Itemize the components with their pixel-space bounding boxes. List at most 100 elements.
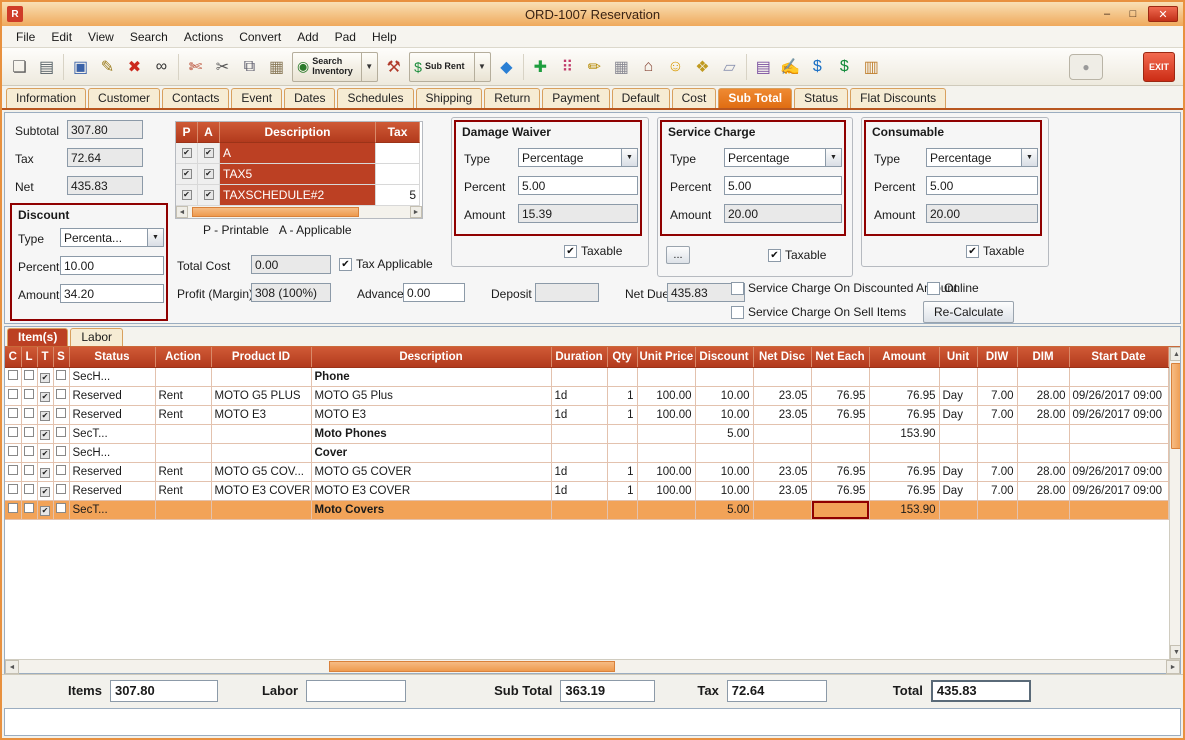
cell-unit_price[interactable] — [637, 367, 695, 386]
l-checkbox[interactable] — [24, 427, 34, 437]
cell-action[interactable]: Rent — [155, 386, 211, 405]
tab-flat-discounts[interactable]: Flat Discounts — [850, 88, 946, 108]
table-row[interactable]: ✔SecH...Phone — [5, 367, 1168, 386]
cell-action[interactable]: Rent — [155, 405, 211, 424]
service-charge-amount-field[interactable]: 20.00 — [724, 204, 842, 223]
cell-net_each[interactable] — [811, 443, 869, 462]
col-header-start-date[interactable]: Start Date — [1069, 347, 1168, 367]
cell-action[interactable]: Rent — [155, 462, 211, 481]
menu-pad[interactable]: Pad — [327, 28, 364, 46]
service-charge-taxable-checkbox[interactable]: ✔ — [768, 249, 781, 262]
color-balls-icon[interactable]: ⠿ — [554, 53, 581, 80]
scroll-right-button[interactable]: ► — [410, 206, 422, 218]
applicable-checkbox[interactable]: ✔ — [204, 169, 214, 179]
col-header-unit-price[interactable]: Unit Price — [637, 347, 695, 367]
col-header-description[interactable]: Description — [311, 347, 551, 367]
cell-amount[interactable]: 153.90 — [869, 500, 939, 519]
cell-description[interactable]: MOTO G5 Plus — [311, 386, 551, 405]
s-checkbox[interactable] — [56, 408, 66, 418]
damage-waiver-type-combo[interactable]: Percentage ▼ — [518, 148, 638, 167]
cell-start_date[interactable] — [1069, 367, 1168, 386]
cell-description[interactable]: Moto Phones — [311, 424, 551, 443]
cell-status[interactable]: Reserved — [69, 481, 155, 500]
cell-unit_price[interactable] — [637, 424, 695, 443]
cell-description[interactable]: MOTO E3 — [311, 405, 551, 424]
scroll-left-button[interactable]: ◄ — [176, 206, 188, 218]
tab-status[interactable]: Status — [794, 88, 848, 108]
scroll-down-button[interactable]: ▼ — [1170, 645, 1181, 659]
cell-discount[interactable]: 10.00 — [695, 386, 753, 405]
cell-status[interactable]: SecT... — [69, 424, 155, 443]
consumable-taxable-checkbox[interactable]: ✔ — [966, 245, 979, 258]
plug-icon[interactable]: ● — [1069, 54, 1103, 80]
cell-dim[interactable] — [1017, 500, 1069, 519]
col-header-action[interactable]: Action — [155, 347, 211, 367]
chevron-down-icon[interactable]: ▼ — [1021, 148, 1038, 167]
tax-description[interactable]: TAXSCHEDULE#2 — [220, 185, 376, 206]
col-header-net-each[interactable]: Net Each — [811, 347, 869, 367]
menu-view[interactable]: View — [80, 28, 122, 46]
scroll-track[interactable] — [1170, 361, 1181, 645]
l-checkbox[interactable] — [24, 465, 34, 475]
cell-net_disc[interactable] — [753, 424, 811, 443]
tax-row[interactable]: ✔ ✔ A — [176, 143, 422, 164]
s-checkbox[interactable] — [56, 446, 66, 456]
cell-start_date[interactable]: 09/26/2017 09:00 — [1069, 462, 1168, 481]
printable-checkbox[interactable]: ✔ — [182, 148, 192, 158]
cell-qty[interactable] — [607, 443, 637, 462]
s-checkbox[interactable] — [56, 503, 66, 513]
cell-qty[interactable]: 1 — [607, 462, 637, 481]
cell-net_disc[interactable] — [753, 500, 811, 519]
cell-unit[interactable] — [939, 443, 977, 462]
cell-unit[interactable]: Day — [939, 462, 977, 481]
cell-action[interactable]: Rent — [155, 481, 211, 500]
col-header-diw[interactable]: DIW — [977, 347, 1017, 367]
cell-dim[interactable]: 28.00 — [1017, 386, 1069, 405]
discount-amount-field[interactable]: 34.20 — [60, 284, 164, 303]
col-header-status[interactable]: Status — [69, 347, 155, 367]
col-header-s[interactable]: S — [53, 347, 69, 367]
cell-status[interactable]: SecH... — [69, 367, 155, 386]
refresh-dollar-icon[interactable]: $ — [804, 53, 831, 80]
cell-product_id[interactable] — [211, 367, 311, 386]
menu-help[interactable]: Help — [364, 28, 405, 46]
tax-description[interactable]: TAX5 — [220, 164, 376, 185]
chevron-down-icon[interactable]: ▼ — [474, 53, 486, 81]
dollar-stack-icon[interactable]: $ — [831, 53, 858, 80]
l-checkbox[interactable] — [24, 408, 34, 418]
tax-field[interactable]: 72.64 — [67, 148, 143, 167]
cell-product_id[interactable] — [211, 424, 311, 443]
smiley-icon[interactable]: ☺ — [662, 53, 689, 80]
cell-duration[interactable] — [551, 424, 607, 443]
cell-action[interactable] — [155, 443, 211, 462]
cell-diw[interactable] — [977, 367, 1017, 386]
cell-diw[interactable]: 7.00 — [977, 462, 1017, 481]
cell-discount[interactable]: 10.00 — [695, 481, 753, 500]
cell-product_id[interactable] — [211, 500, 311, 519]
online-checkbox[interactable] — [927, 282, 940, 295]
service-charge-percent-field[interactable]: 5.00 — [724, 176, 842, 195]
cell-dim[interactable]: 28.00 — [1017, 462, 1069, 481]
cell-diw[interactable] — [977, 443, 1017, 462]
cell-net_disc[interactable]: 23.05 — [753, 405, 811, 424]
cell-start_date[interactable]: 09/26/2017 09:00 — [1069, 405, 1168, 424]
cell-net_disc[interactable] — [753, 443, 811, 462]
l-checkbox[interactable] — [24, 484, 34, 494]
cut-icon[interactable]: ✂ — [209, 53, 236, 80]
printable-checkbox[interactable]: ✔ — [182, 190, 192, 200]
cell-diw[interactable]: 7.00 — [977, 386, 1017, 405]
cell-unit_price[interactable]: 100.00 — [637, 462, 695, 481]
cell-net_disc[interactable] — [753, 367, 811, 386]
copy-icon[interactable]: ⧉ — [236, 53, 263, 80]
tax-row[interactable]: ✔ ✔ TAXSCHEDULE#2 5 — [176, 185, 422, 206]
items-vscroll[interactable]: ▲ ▼ — [1169, 347, 1181, 659]
cell-unit_price[interactable]: 100.00 — [637, 481, 695, 500]
col-header-net-disc[interactable]: Net Disc — [753, 347, 811, 367]
minimize-button[interactable]: – — [1096, 6, 1118, 22]
menu-file[interactable]: File — [8, 28, 43, 46]
table-row[interactable]: ✔SecH...Cover — [5, 443, 1168, 462]
cell-diw[interactable]: 7.00 — [977, 405, 1017, 424]
cell-status[interactable]: Reserved — [69, 462, 155, 481]
eraser-icon[interactable]: ▱ — [716, 53, 743, 80]
cell-status[interactable]: SecT... — [69, 500, 155, 519]
